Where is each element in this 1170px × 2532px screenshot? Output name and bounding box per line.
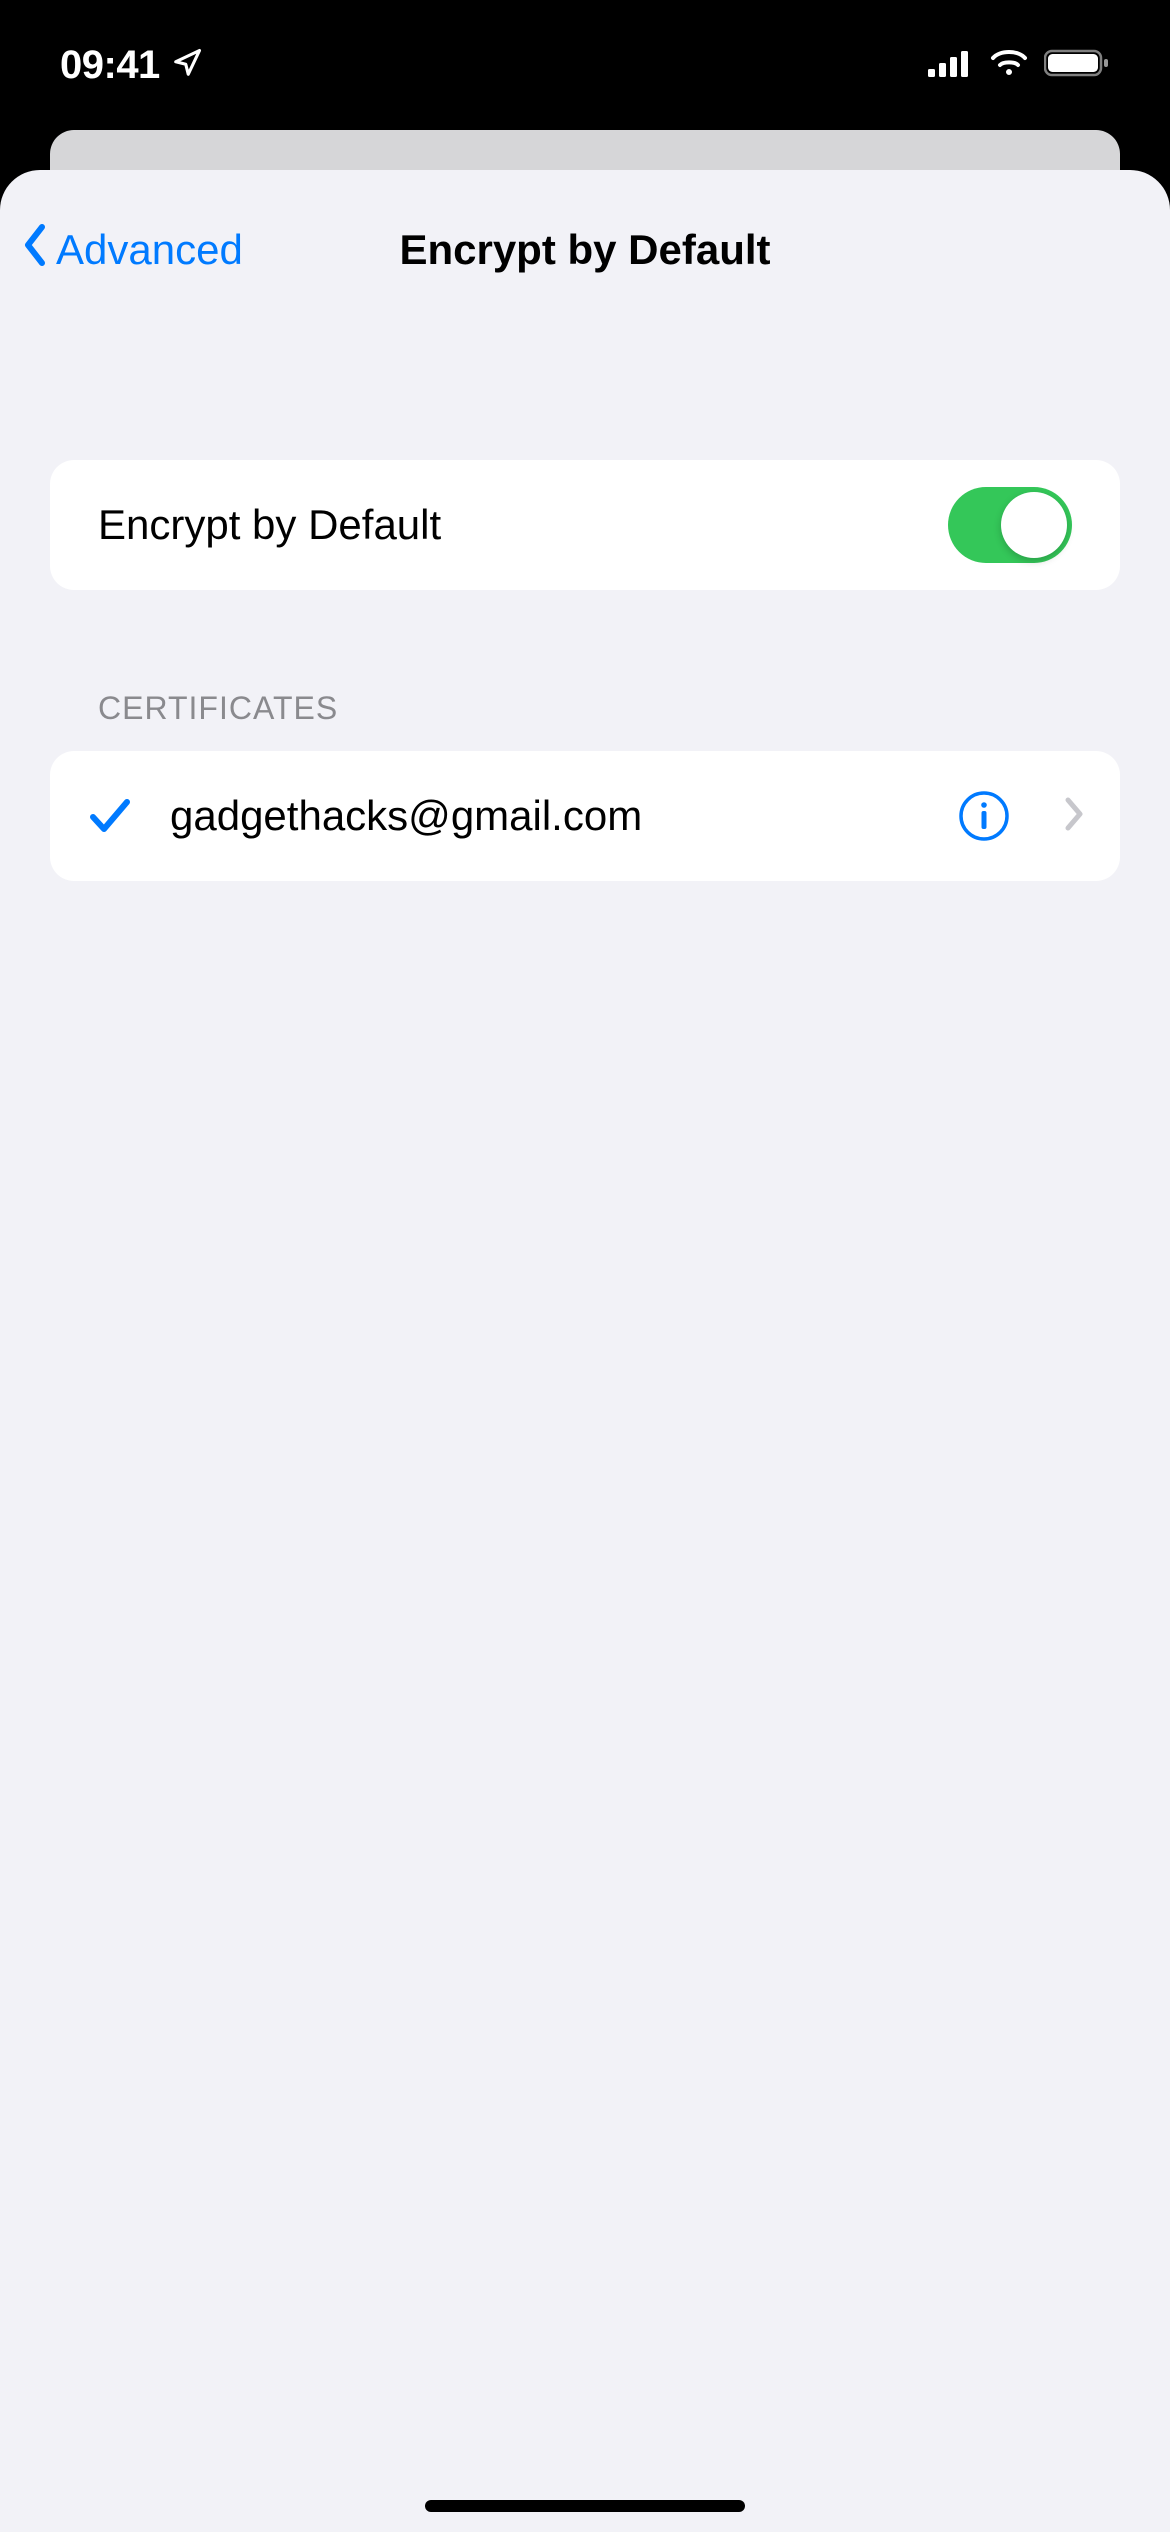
encrypt-toggle[interactable] [948, 487, 1072, 563]
checkmark-icon [86, 796, 134, 836]
encrypt-toggle-row: Encrypt by Default [50, 460, 1120, 590]
certificate-row[interactable]: gadgethacks@gmail.com [50, 751, 1120, 881]
location-icon [172, 43, 202, 88]
home-indicator[interactable] [425, 2500, 745, 2512]
screen: 09:41 [0, 0, 1170, 2532]
certificate-email: gadgethacks@gmail.com [170, 792, 922, 840]
toggle-knob [1001, 492, 1067, 558]
back-button[interactable]: Advanced [20, 221, 243, 279]
navigation-bar: Advanced Encrypt by Default [0, 170, 1170, 330]
encrypt-label: Encrypt by Default [98, 501, 948, 549]
status-right [928, 48, 1110, 83]
certificates-header: CERTIFICATES [50, 590, 1120, 751]
chevron-right-icon [1064, 796, 1084, 837]
info-button[interactable] [958, 790, 1010, 842]
wifi-icon [988, 48, 1030, 83]
chevron-left-icon [20, 221, 50, 279]
battery-icon [1044, 48, 1110, 83]
status-time: 09:41 [60, 43, 160, 88]
status-left: 09:41 [60, 43, 202, 88]
status-bar: 09:41 [0, 0, 1170, 130]
content: Encrypt by Default CERTIFICATES gadgetha… [0, 330, 1170, 881]
settings-sheet: Advanced Encrypt by Default Encrypt by D… [0, 170, 1170, 2532]
cellular-icon [928, 49, 974, 82]
back-label: Advanced [56, 226, 243, 274]
